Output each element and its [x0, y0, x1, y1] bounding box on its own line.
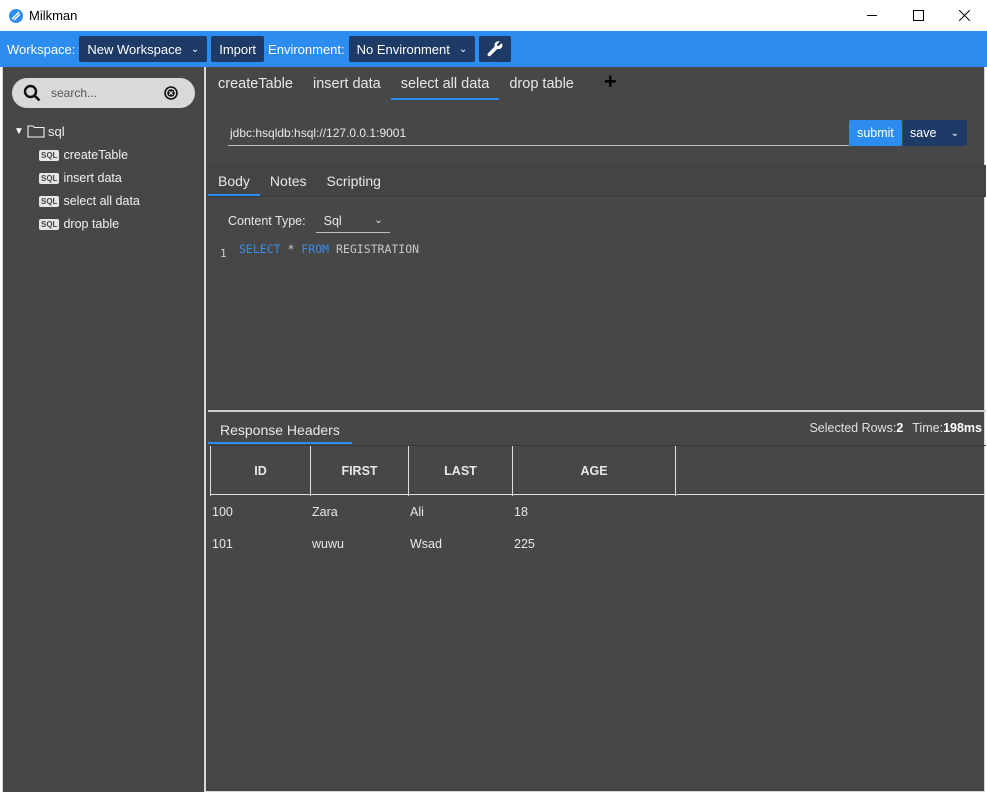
- column-header-last[interactable]: LAST: [408, 446, 512, 496]
- clear-search-icon[interactable]: [164, 86, 178, 100]
- tree-item-label: drop table: [63, 217, 120, 231]
- close-icon: [958, 10, 970, 21]
- table-cell: Zara: [312, 505, 338, 519]
- keyword-from: FROM: [301, 242, 330, 256]
- request-tabs: createTable insert data select all data …: [208, 67, 617, 101]
- chevron-down-icon: ⌄: [950, 127, 959, 139]
- tree-folder-sql[interactable]: ▼ sql: [14, 122, 65, 140]
- selected-rows-label: Selected Rows:: [809, 421, 897, 435]
- result-table: ID FIRST LAST AGE 100 Zara Ali 18 101 wu…: [210, 445, 986, 560]
- sql-badge-icon: SQL: [39, 149, 60, 161]
- table-cell: 18: [514, 505, 528, 519]
- tree-item-drop-table[interactable]: SQL drop table: [39, 215, 119, 233]
- table-cell: 101: [212, 537, 233, 551]
- sql-badge-icon: SQL: [39, 195, 60, 207]
- time-label: Time:: [912, 421, 944, 435]
- minimize-button[interactable]: [849, 0, 895, 31]
- column-header-id[interactable]: ID: [210, 446, 310, 496]
- content-type-select[interactable]: Sql ⌄: [315, 209, 390, 233]
- request-panel: createTable insert data select all data …: [208, 67, 986, 792]
- save-label: save: [910, 126, 937, 140]
- sidebar: ▼ sql SQL createTable SQL insert data SQ…: [3, 67, 206, 792]
- keyword-select: SELECT: [239, 242, 281, 256]
- table-cell: Wsad: [410, 537, 442, 551]
- expand-arrow-icon[interactable]: ▼: [14, 126, 26, 137]
- content-type-row: Content Type: Sql ⌄: [228, 209, 390, 233]
- folder-label: sql: [48, 123, 65, 139]
- line-number: 1: [220, 247, 227, 260]
- title-bar: Milkman: [0, 0, 987, 31]
- response-tabs: Response Headers Selected Rows: 2 Time: …: [208, 416, 986, 444]
- code-editor[interactable]: 1 SELECT * FROM REGISTRATION: [208, 237, 986, 409]
- environment-dropdown[interactable]: No Environment ⌄: [348, 36, 476, 62]
- column-header-first[interactable]: FIRST: [310, 446, 408, 496]
- close-button[interactable]: [941, 0, 987, 31]
- chevron-down-icon: ⌄: [458, 43, 468, 55]
- content-type-label: Content Type:: [228, 214, 306, 228]
- url-input[interactable]: [228, 120, 849, 146]
- tree-item-select-all-data[interactable]: SQL select all data: [39, 192, 140, 210]
- tree-item-insert-data[interactable]: SQL insert data: [39, 169, 122, 187]
- save-dropdown[interactable]: save ⌄: [903, 120, 967, 146]
- import-button[interactable]: Import: [211, 36, 265, 62]
- search-input[interactable]: [49, 85, 159, 101]
- tab-body[interactable]: Body: [208, 165, 260, 197]
- body-tabs: Body Notes Scripting: [208, 165, 986, 197]
- search-box: [12, 78, 195, 108]
- environment-value: No Environment: [356, 41, 450, 57]
- content-type-value: Sql: [323, 213, 342, 228]
- tree-item-label: createTable: [63, 148, 129, 162]
- settings-button[interactable]: [479, 36, 512, 62]
- table-cell: Ali: [410, 505, 424, 519]
- url-row: submit save ⌄: [208, 120, 986, 146]
- tab-insert-data[interactable]: insert data: [303, 67, 391, 101]
- table-cell: wuwu: [312, 537, 344, 551]
- tab-select-all-data[interactable]: select all data: [390, 67, 500, 101]
- sql-badge-icon: SQL: [39, 172, 60, 184]
- code-line: SELECT * FROM REGISTRATION: [239, 242, 419, 256]
- table-row[interactable]: 100 Zara Ali 18: [210, 496, 986, 528]
- tree-item-createtable[interactable]: SQL createTable: [39, 146, 128, 164]
- code-table: REGISTRATION: [336, 242, 420, 256]
- column-header-age[interactable]: AGE: [512, 446, 676, 496]
- window-title: Milkman: [29, 8, 78, 23]
- workspace-dropdown[interactable]: New Workspace ⌄: [79, 36, 208, 62]
- workspace-label: Workspace:: [7, 41, 76, 57]
- tab-notes[interactable]: Notes: [260, 165, 317, 197]
- workspace-value: New Workspace: [87, 41, 182, 57]
- folder-icon: [27, 125, 45, 138]
- tab-createtable[interactable]: createTable: [208, 67, 303, 101]
- search-icon: [23, 84, 41, 102]
- selected-rows-value: 2: [896, 421, 904, 435]
- panel-splitter[interactable]: [208, 410, 986, 412]
- table-cell: 100: [212, 505, 233, 519]
- sql-badge-icon: SQL: [39, 218, 60, 230]
- milkman-logo-icon: [9, 8, 23, 23]
- toolbar: Workspace: New Workspace ⌄ Import Enviro…: [0, 31, 987, 67]
- tab-scripting[interactable]: Scripting: [317, 165, 391, 197]
- table-cell: 225: [514, 537, 535, 551]
- wrench-icon: [487, 41, 503, 57]
- maximize-button[interactable]: [895, 0, 941, 31]
- tree-item-label: insert data: [63, 171, 122, 185]
- chevron-down-icon: ⌄: [190, 43, 200, 55]
- maximize-icon: [912, 10, 924, 21]
- environment-label: Environment:: [268, 41, 345, 57]
- submit-button[interactable]: submit: [849, 120, 902, 146]
- main-area: ▼ sql SQL createTable SQL insert data SQ…: [2, 67, 986, 792]
- time-value: 198ms: [943, 421, 982, 435]
- table-header: ID FIRST LAST AGE: [210, 445, 986, 496]
- tab-response-headers[interactable]: Response Headers: [208, 416, 352, 444]
- tree-item-label: select all data: [63, 194, 140, 208]
- tab-drop-table[interactable]: drop table: [499, 67, 584, 101]
- response-stats: Selected Rows: 2 Time: 198ms: [809, 421, 982, 435]
- code-star: *: [287, 242, 295, 256]
- chevron-down-icon: ⌄: [374, 215, 383, 226]
- minimize-icon: [866, 15, 877, 16]
- table-row[interactable]: 101 wuwu Wsad 225: [210, 528, 986, 560]
- add-tab-icon[interactable]: +: [604, 69, 617, 95]
